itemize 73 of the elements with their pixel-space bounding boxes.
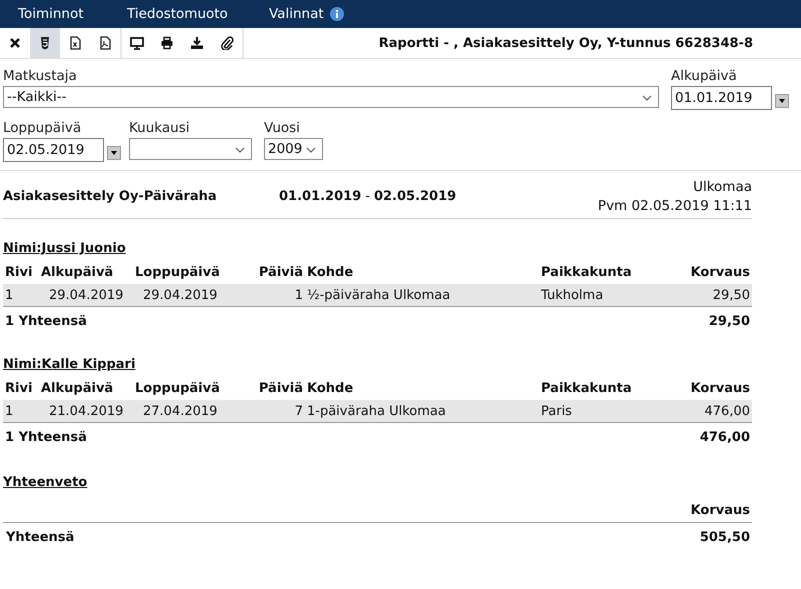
report-name: Asiakasesittely Oy-Päiväraha [3, 189, 218, 204]
column-header: Korvaus [679, 377, 752, 400]
html-file-icon [38, 36, 52, 50]
total-value: 29,50 [679, 306, 752, 335]
field-label: Alkupäivä [671, 68, 738, 84]
table-cell: 1 [3, 400, 39, 422]
table-cell: 21.04.2019 [39, 400, 133, 422]
menu-item[interactable]: Tiedostomuoto [127, 6, 269, 22]
period-end: 02.05.2019 [374, 189, 456, 204]
column-header: Päiviä [247, 261, 305, 284]
total-value: 476,00 [679, 422, 752, 451]
info-icon[interactable] [330, 7, 344, 21]
date-field[interactable]: 02.05.2019 [3, 138, 104, 162]
table-cell: Paris [539, 400, 679, 422]
column-header: Loppupäivä [133, 377, 247, 400]
table-cell: 29,50 [679, 284, 752, 306]
table-cell: 27.04.2019 [133, 400, 247, 422]
field-label: Matkustaja [3, 68, 78, 84]
paperclip-icon [220, 36, 234, 50]
period-separator: - [365, 189, 370, 204]
column-header: Alkupäivä [39, 261, 133, 284]
field-label: Vuosi [264, 120, 301, 136]
table-cell: Tukholma [539, 284, 679, 306]
close-icon [8, 36, 22, 50]
column-header: Kohde [305, 261, 539, 284]
dropdown-arrow-button[interactable] [107, 146, 121, 160]
summary-title: Yhteenveto [3, 475, 88, 492]
menu-item[interactable]: Toiminnot [18, 6, 127, 22]
total-label: Yhteensä [6, 530, 74, 545]
download-icon [190, 36, 204, 50]
field-label: Kuukausi [129, 120, 190, 136]
html-file-button[interactable] [30, 28, 60, 58]
total-label: 1 Yhteensä [3, 422, 679, 451]
column-header: Korvaus [690, 503, 750, 518]
table-cell: 29.04.2019 [133, 284, 247, 306]
table-cell: 476,00 [679, 400, 752, 422]
dropdown[interactable] [129, 138, 252, 160]
chevron-down-icon [235, 147, 245, 153]
table-cell: 1-päiväraha Ulkomaa [305, 400, 539, 422]
column-header: Loppupäivä [133, 261, 247, 284]
column-header: Päiviä [247, 377, 305, 400]
pdf-file-icon [98, 36, 112, 50]
column-header: Rivi [3, 261, 39, 284]
report-scope: Ulkomaa [693, 179, 752, 195]
chevron-down-icon [306, 147, 316, 153]
table-cell: 1 [247, 284, 305, 306]
dropdown[interactable]: 2009 [264, 138, 323, 160]
table-cell: 29.04.2019 [39, 284, 133, 306]
field-label: Loppupäivä [3, 120, 82, 136]
menu-item[interactable]: Valinnat [269, 6, 344, 22]
monitor-icon [130, 36, 144, 50]
column-header: Paikkakunta [539, 261, 679, 284]
table-cell: 7 [247, 400, 305, 422]
column-header: Korvaus [679, 261, 752, 284]
dropdown-arrow-button[interactable] [775, 94, 789, 108]
table-cell: 1 [3, 284, 39, 306]
column-header: Rivi [3, 377, 39, 400]
date-field[interactable]: 01.01.2019 [671, 86, 772, 110]
report-title: Raportti - , Asiakasesittely Oy, Y-tunnus 6628348-8 [378, 36, 754, 50]
period-start: 01.01.2019 [279, 189, 362, 204]
person-name: Nimi:Jussi Juonio [3, 241, 127, 258]
printer-icon [160, 36, 174, 50]
column-header: Paikkakunta [539, 377, 679, 400]
dropdown[interactable]: --Kaikki-- [3, 86, 659, 108]
print-date: Pvm 02.05.2019 11:11 [598, 198, 752, 214]
chevron-down-icon [642, 95, 652, 101]
person-name: Nimi:Kalle Kippari [3, 357, 136, 374]
total-value: 505,50 [700, 530, 750, 545]
column-header: Alkupäivä [39, 377, 133, 400]
spreadsheet-file-icon [68, 36, 82, 50]
table-cell: ½-päiväraha Ulkomaa [305, 284, 539, 306]
total-label: 1 Yhteensä [3, 306, 679, 335]
column-header: Kohde [305, 377, 539, 400]
